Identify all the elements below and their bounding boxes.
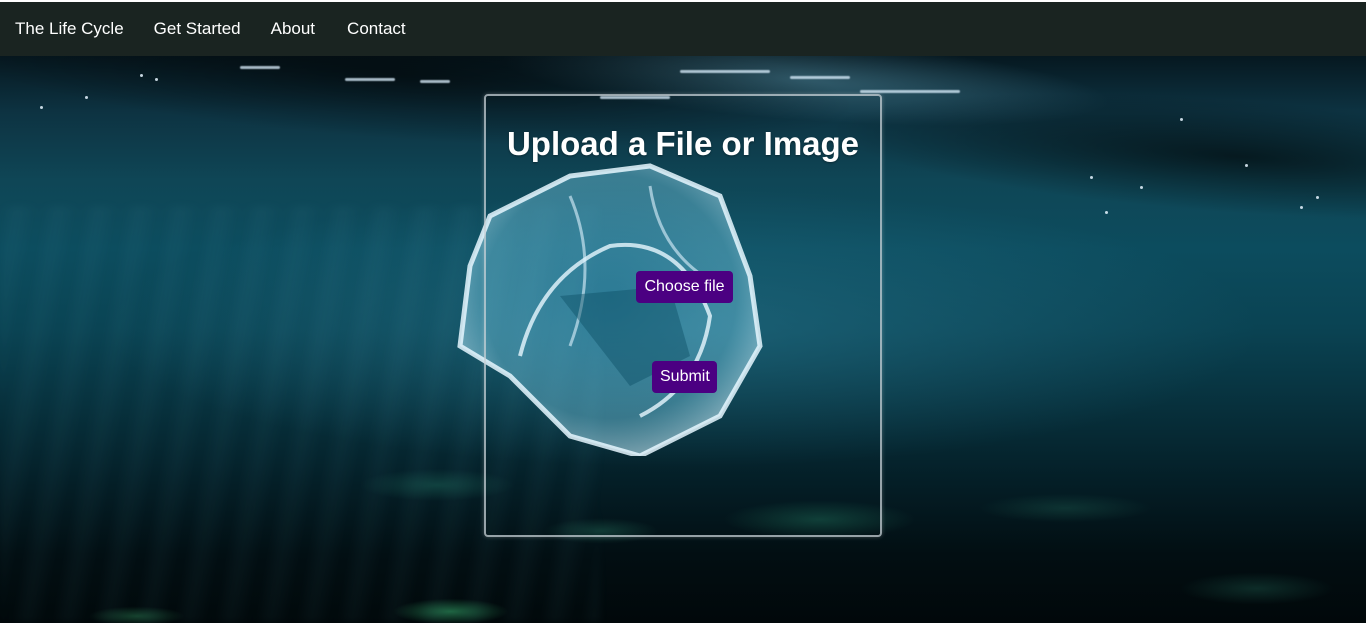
bubble [40, 106, 43, 109]
page: The Life Cycle Get Started About Contact [0, 0, 1366, 623]
top-navbar: The Life Cycle Get Started About Contact [0, 0, 1366, 56]
surface-glint [860, 90, 960, 93]
bubble [1090, 176, 1093, 179]
bubble [1180, 118, 1183, 121]
bubble [1105, 211, 1108, 214]
bubble [1245, 164, 1248, 167]
surface-glint [680, 70, 770, 73]
surface-glint [790, 76, 850, 79]
bubble [85, 96, 88, 99]
submit-button[interactable]: Submit [652, 361, 717, 393]
nav-link-contact[interactable]: Contact [347, 19, 406, 39]
upload-panel: Upload a File or Image Choose file Submi… [484, 94, 882, 537]
bubble [155, 78, 158, 81]
surface-glint [420, 80, 450, 83]
nav-link-get-started[interactable]: Get Started [154, 19, 241, 39]
surface-glint [240, 66, 280, 69]
nav-link-about[interactable]: About [271, 19, 315, 39]
bubble [1316, 196, 1319, 199]
bubble [1140, 186, 1143, 189]
bubble [1300, 206, 1303, 209]
nav-link-life-cycle[interactable]: The Life Cycle [15, 19, 124, 39]
bubble [140, 74, 143, 77]
choose-file-button[interactable]: Choose file [636, 271, 733, 303]
surface-glint [345, 78, 395, 81]
upload-title: Upload a File or Image [506, 125, 860, 162]
